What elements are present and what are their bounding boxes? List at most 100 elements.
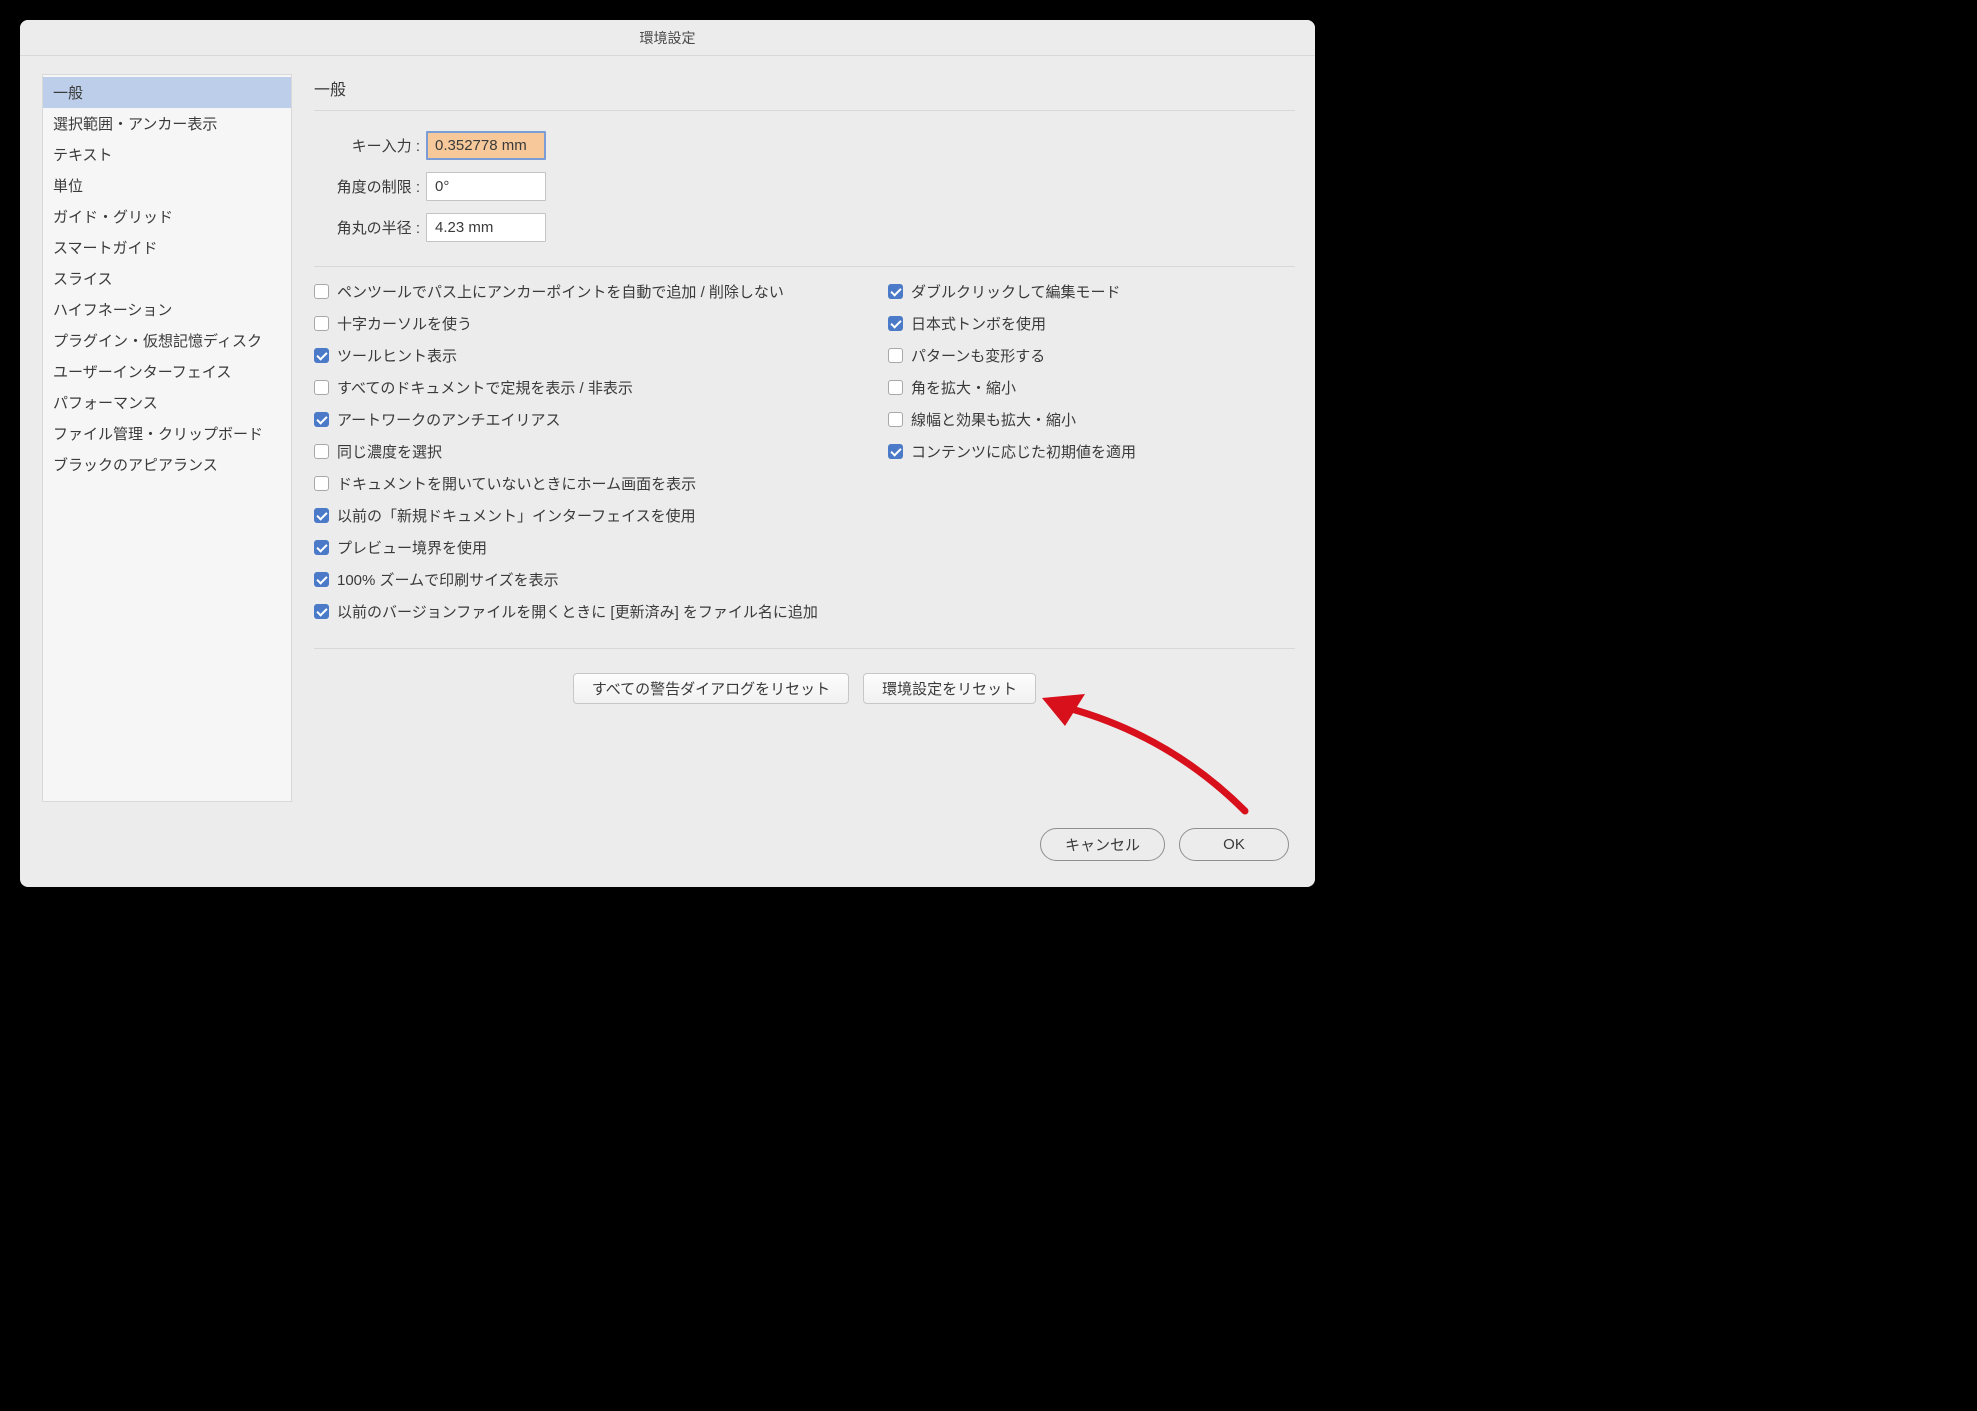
main-panel: 一般 キー入力 : 角度の制限 : 角丸の半径 : ペンツールでパ bbox=[314, 74, 1295, 802]
checkbox-antialias-artwork[interactable]: アートワークのアンチエイリアス bbox=[314, 409, 818, 430]
sidebar-item-smart-guides[interactable]: スマートガイド bbox=[43, 232, 291, 263]
checkbox-icon bbox=[314, 540, 329, 555]
sidebar-item-selection-anchor[interactable]: 選択範囲・アンカー表示 bbox=[43, 108, 291, 139]
checkbox-print-size-100-zoom[interactable]: 100% ズームで印刷サイズを表示 bbox=[314, 569, 818, 590]
checkbox-col-left: ペンツールでパス上にアンカーポイントを自動で追加 / 削除しない 十字カーソルを… bbox=[314, 281, 818, 622]
checkbox-label: コンテンツに応じた初期値を適用 bbox=[911, 441, 1136, 462]
checkbox-icon bbox=[314, 572, 329, 587]
angle-limit-field[interactable] bbox=[426, 172, 546, 201]
corner-radius-field[interactable] bbox=[426, 213, 546, 242]
checkbox-label: 100% ズームで印刷サイズを表示 bbox=[337, 569, 559, 590]
checkbox-pen-tool-anchor[interactable]: ペンツールでパス上にアンカーポイントを自動で追加 / 削除しない bbox=[314, 281, 818, 302]
checkbox-label: 線幅と効果も拡大・縮小 bbox=[911, 409, 1076, 430]
field-rows: キー入力 : 角度の制限 : 角丸の半径 : bbox=[314, 131, 1295, 242]
preferences-dialog: 環境設定 一般 選択範囲・アンカー表示 テキスト 単位 ガイド・グリッド スマー… bbox=[20, 20, 1315, 887]
checkbox-label: 十字カーソルを使う bbox=[337, 313, 472, 334]
checkbox-label: パターンも変形する bbox=[911, 345, 1045, 366]
dialog-footer: キャンセル OK bbox=[20, 812, 1315, 887]
checkbox-label: 以前のバージョンファイルを開くときに [更新済み] をファイル名に追加 bbox=[337, 601, 818, 622]
checkbox-show-home-screen[interactable]: ドキュメントを開いていないときにホーム画面を表示 bbox=[314, 473, 818, 494]
sidebar-item-file-clipboard[interactable]: ファイル管理・クリップボード bbox=[43, 418, 291, 449]
checkbox-icon bbox=[888, 348, 903, 363]
checkbox-icon bbox=[888, 380, 903, 395]
sidebar-item-label: ブラックのアピアランス bbox=[53, 457, 218, 474]
checkbox-transform-pattern[interactable]: パターンも変形する bbox=[888, 345, 1136, 366]
checkbox-label: 以前の「新規ドキュメント」インターフェイスを使用 bbox=[337, 505, 696, 526]
checkbox-icon bbox=[314, 476, 329, 491]
sidebar-item-label: ガイド・グリッド bbox=[53, 209, 173, 226]
divider bbox=[314, 266, 1295, 267]
field-row-corner-radius: 角丸の半径 : bbox=[314, 213, 1295, 242]
checkbox-label: ツールヒント表示 bbox=[337, 345, 457, 366]
sidebar-item-general[interactable]: 一般 bbox=[43, 77, 291, 108]
checkbox-label: 角を拡大・縮小 bbox=[911, 377, 1016, 398]
angle-limit-label: 角度の制限 : bbox=[314, 176, 420, 197]
dialog-title: 環境設定 bbox=[640, 28, 696, 48]
sidebar-item-label: スライス bbox=[53, 271, 113, 288]
checkbox-columns: ペンツールでパス上にアンカーポイントを自動で追加 / 削除しない 十字カーソルを… bbox=[314, 281, 1295, 622]
checkbox-col-right: ダブルクリックして編集モード 日本式トンボを使用 パターンも変形する 角を拡大・… bbox=[888, 281, 1136, 622]
checkbox-icon bbox=[888, 316, 903, 331]
sidebar-item-label: プラグイン・仮想記憶ディスク bbox=[53, 333, 262, 350]
sidebar-item-label: ファイル管理・クリップボード bbox=[53, 426, 263, 443]
sidebar-item-label: パフォーマンス bbox=[53, 395, 158, 412]
checkbox-icon bbox=[888, 444, 903, 459]
field-row-angle-limit: 角度の制限 : bbox=[314, 172, 1295, 201]
checkbox-label: ドキュメントを開いていないときにホーム画面を表示 bbox=[337, 473, 696, 494]
checkbox-preview-bounds[interactable]: プレビュー境界を使用 bbox=[314, 537, 818, 558]
sidebar-item-text[interactable]: テキスト bbox=[43, 139, 291, 170]
checkbox-append-updated-legacy[interactable]: 以前のバージョンファイルを開くときに [更新済み] をファイル名に追加 bbox=[314, 601, 818, 622]
cancel-button[interactable]: キャンセル bbox=[1040, 828, 1165, 861]
sidebar-item-label: スマートガイド bbox=[53, 240, 158, 257]
reset-row: すべての警告ダイアログをリセット 環境設定をリセット bbox=[314, 648, 1295, 714]
checkbox-content-aware-defaults[interactable]: コンテンツに応じた初期値を適用 bbox=[888, 441, 1136, 462]
sidebar: 一般 選択範囲・アンカー表示 テキスト 単位 ガイド・グリッド スマートガイド … bbox=[42, 74, 292, 802]
reset-preferences-button[interactable]: 環境設定をリセット bbox=[863, 673, 1036, 704]
checkbox-label: ダブルクリックして編集モード bbox=[911, 281, 1121, 302]
sidebar-item-label: 選択範囲・アンカー表示 bbox=[53, 116, 217, 133]
checkbox-scale-corners[interactable]: 角を拡大・縮小 bbox=[888, 377, 1136, 398]
checkbox-label: すべてのドキュメントで定規を表示 / 非表示 bbox=[337, 377, 633, 398]
checkbox-doubleclick-edit[interactable]: ダブルクリックして編集モード bbox=[888, 281, 1136, 302]
checkbox-icon bbox=[314, 508, 329, 523]
checkbox-icon bbox=[314, 604, 329, 619]
key-input-field[interactable] bbox=[426, 131, 546, 160]
sidebar-item-hyphenation[interactable]: ハイフネーション bbox=[43, 294, 291, 325]
key-input-label: キー入力 : bbox=[314, 135, 420, 156]
sidebar-item-black-appearance[interactable]: ブラックのアピアランス bbox=[43, 449, 291, 480]
sidebar-item-label: 一般 bbox=[53, 85, 83, 102]
section-heading: 一般 bbox=[314, 76, 1295, 111]
checkbox-icon bbox=[314, 348, 329, 363]
sidebar-item-plugins-scratch[interactable]: プラグイン・仮想記憶ディスク bbox=[43, 325, 291, 356]
checkbox-icon bbox=[314, 284, 329, 299]
checkbox-rulers-all-docs[interactable]: すべてのドキュメントで定規を表示 / 非表示 bbox=[314, 377, 818, 398]
reset-warnings-button[interactable]: すべての警告ダイアログをリセット bbox=[573, 673, 849, 704]
checkbox-cross-cursor[interactable]: 十字カーソルを使う bbox=[314, 313, 818, 334]
checkbox-tool-tips[interactable]: ツールヒント表示 bbox=[314, 345, 818, 366]
checkbox-scale-strokes-effects[interactable]: 線幅と効果も拡大・縮小 bbox=[888, 409, 1136, 430]
checkbox-label: プレビュー境界を使用 bbox=[337, 537, 487, 558]
sidebar-item-ui[interactable]: ユーザーインターフェイス bbox=[43, 356, 291, 387]
sidebar-item-label: 単位 bbox=[53, 178, 83, 195]
checkbox-label: ペンツールでパス上にアンカーポイントを自動で追加 / 削除しない bbox=[337, 281, 784, 302]
dialog-content: 一般 選択範囲・アンカー表示 テキスト 単位 ガイド・グリッド スマートガイド … bbox=[20, 56, 1315, 812]
sidebar-item-units[interactable]: 単位 bbox=[43, 170, 291, 201]
checkbox-icon bbox=[314, 380, 329, 395]
checkbox-icon bbox=[888, 412, 903, 427]
checkbox-select-same-tint[interactable]: 同じ濃度を選択 bbox=[314, 441, 818, 462]
checkbox-label: アートワークのアンチエイリアス bbox=[337, 409, 561, 430]
ok-button[interactable]: OK bbox=[1179, 828, 1289, 861]
checkbox-legacy-new-doc[interactable]: 以前の「新規ドキュメント」インターフェイスを使用 bbox=[314, 505, 818, 526]
sidebar-item-guides-grid[interactable]: ガイド・グリッド bbox=[43, 201, 291, 232]
sidebar-item-label: ユーザーインターフェイス bbox=[53, 364, 231, 381]
titlebar: 環境設定 bbox=[20, 20, 1315, 56]
checkbox-japanese-cropmarks[interactable]: 日本式トンボを使用 bbox=[888, 313, 1136, 334]
checkbox-icon bbox=[888, 284, 903, 299]
sidebar-item-slices[interactable]: スライス bbox=[43, 263, 291, 294]
sidebar-item-performance[interactable]: パフォーマンス bbox=[43, 387, 291, 418]
sidebar-item-label: ハイフネーション bbox=[53, 302, 172, 319]
corner-radius-label: 角丸の半径 : bbox=[314, 217, 420, 238]
checkbox-icon bbox=[314, 412, 329, 427]
checkbox-icon bbox=[314, 444, 329, 459]
checkbox-icon bbox=[314, 316, 329, 331]
